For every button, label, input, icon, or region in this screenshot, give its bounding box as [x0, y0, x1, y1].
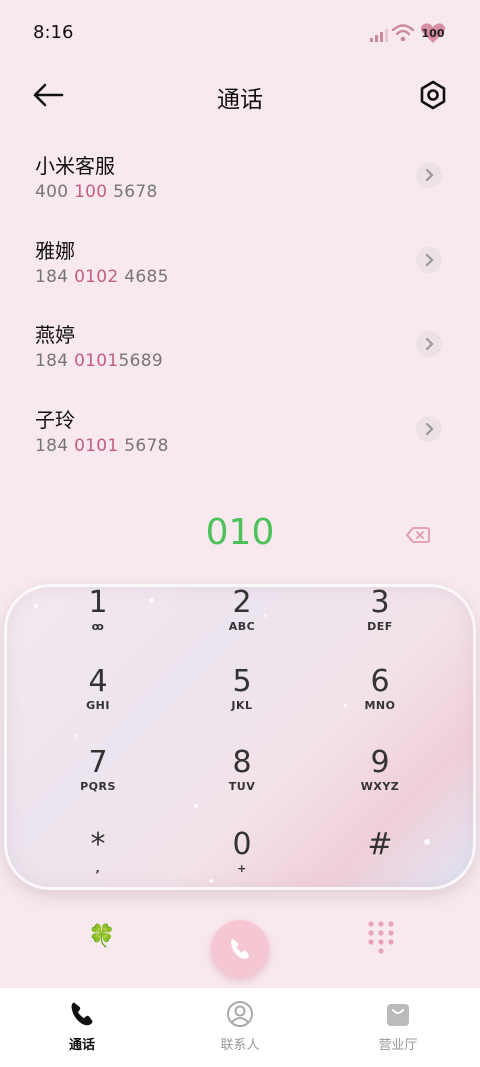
key-hash[interactable]: # — [320, 828, 440, 898]
header: 通话 — [0, 70, 480, 120]
voicemail-icon: ꝏ — [91, 620, 105, 633]
status-bar: 8:16 100 — [0, 0, 480, 66]
contact-row-1[interactable]: 小米客服 400 100 5678 — [0, 150, 480, 230]
phone-icon — [71, 1002, 93, 1026]
dial-actions: 🍀 — [0, 910, 480, 980]
key-2[interactable]: 2 ABC — [182, 586, 302, 656]
contact-name: 子玲 — [35, 408, 75, 432]
contact-row-3[interactable]: 燕婷 184 01015689 — [0, 319, 480, 399]
key-5[interactable]: 5 JKL — [182, 665, 302, 735]
chevron-right-icon — [425, 422, 434, 436]
contact-detail-button[interactable] — [416, 416, 442, 442]
backspace-icon[interactable] — [406, 526, 430, 544]
battery-level: 100 — [421, 27, 445, 40]
tab-contacts[interactable]: 联系人 — [180, 1000, 300, 1053]
key-6[interactable]: 6 MNO — [320, 665, 440, 735]
call-button[interactable] — [211, 920, 269, 978]
chevron-right-icon — [425, 168, 434, 182]
key-1[interactable]: 1ꝏ — [38, 586, 158, 656]
chevron-right-icon — [425, 253, 434, 267]
contact-detail-button[interactable] — [416, 162, 442, 188]
key-7[interactable]: 7 PQRS — [38, 746, 158, 816]
keypad-toggle-icon[interactable] — [367, 920, 395, 954]
settings-hexagon-icon[interactable] — [416, 78, 450, 112]
contact-name: 雅娜 — [35, 239, 75, 263]
contact-detail-button[interactable] — [416, 331, 442, 357]
key-0[interactable]: 0 + — [182, 828, 302, 898]
tab-calls[interactable]: 通话 — [22, 1000, 142, 1053]
contact-number: 184 01015689 — [35, 351, 163, 371]
contact-name: 小米客服 — [35, 154, 115, 178]
tab-label: 营业厅 — [378, 1038, 418, 1053]
contact-number: 184 0101 5678 — [35, 436, 169, 456]
contact-row-2[interactable]: 雅娜 184 0102 4685 — [0, 235, 480, 315]
status-time: 8:16 — [33, 22, 74, 43]
chevron-right-icon — [425, 337, 434, 351]
key-8[interactable]: 8 TUV — [182, 746, 302, 816]
key-3[interactable]: 3 DEF — [320, 586, 440, 656]
contact-number: 184 0102 4685 — [35, 267, 169, 287]
bottom-navigation: 通话 联系人 营业厅 — [0, 988, 480, 1067]
cellular-signal-icon — [370, 29, 388, 42]
wifi-icon — [392, 24, 414, 42]
contact-detail-button[interactable] — [416, 247, 442, 273]
key-4[interactable]: 4 GHI — [38, 665, 158, 735]
key-star[interactable]: *, — [38, 828, 158, 898]
contact-number: 400 100 5678 — [35, 182, 158, 202]
tab-label: 联系人 — [220, 1038, 260, 1053]
dial-pad: 1ꝏ 2 ABC 3 DEF 4 GHI 5 JKL 6 MNO 7 PQRS 8 TUV 9… — [4, 584, 476, 890]
tab-label: 通话 — [68, 1038, 95, 1053]
page-title: 通话 — [217, 87, 263, 113]
contact-name: 燕婷 — [35, 323, 75, 347]
tab-service-hall[interactable]: 营业厅 — [338, 1000, 458, 1053]
contact-row-4[interactable]: 子玲 184 0101 5678 — [0, 404, 480, 484]
key-9[interactable]: 9 WXYZ — [320, 746, 440, 816]
shopping-bag-icon — [387, 1004, 409, 1026]
person-circle-icon — [227, 1001, 253, 1027]
phone-icon — [231, 939, 249, 959]
clover-icon[interactable]: 🍀 — [88, 924, 115, 949]
